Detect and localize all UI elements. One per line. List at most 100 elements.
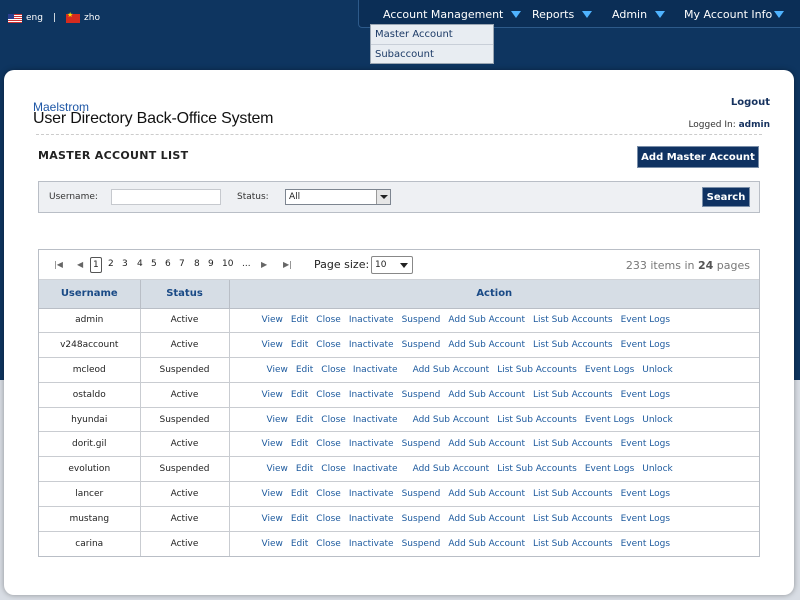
action-suspend-link[interactable]: Suspend [402, 315, 441, 325]
action-inactivate-link[interactable]: Inactivate [349, 390, 394, 400]
page-number[interactable]: 8 [194, 259, 200, 269]
add-master-account-button[interactable]: Add Master Account [637, 146, 759, 168]
action-event-logs-link[interactable]: Event Logs [621, 315, 670, 325]
action-suspend-link[interactable]: Suspend [402, 489, 441, 499]
action-view-link[interactable]: View [262, 489, 283, 499]
action-edit-link[interactable]: Edit [291, 489, 308, 499]
next-page-icon[interactable]: ▶ [261, 260, 267, 269]
page-ellipsis[interactable]: ... [242, 259, 251, 269]
action-inactivate-link[interactable]: Inactivate [353, 365, 398, 375]
cn-flag-icon[interactable] [66, 11, 81, 23]
action-list-sub-accounts-link[interactable]: List Sub Accounts [533, 514, 613, 524]
column-header-status[interactable]: Status [140, 280, 230, 309]
action-edit-link[interactable]: Edit [296, 464, 313, 474]
lang-zho-link[interactable]: zho [84, 13, 100, 23]
action-add-sub-account-link[interactable]: Add Sub Account [448, 489, 525, 499]
action-inactivate-link[interactable]: Inactivate [349, 489, 394, 499]
menu-account-management[interactable]: Account Management [383, 8, 522, 21]
action-list-sub-accounts-link[interactable]: List Sub Accounts [533, 439, 613, 449]
action-view-link[interactable]: View [267, 415, 288, 425]
action-add-sub-account-link[interactable]: Add Sub Account [448, 539, 525, 549]
first-page-icon[interactable]: |◀ [54, 260, 63, 269]
action-event-logs-link[interactable]: Event Logs [621, 439, 670, 449]
action-edit-link[interactable]: Edit [296, 365, 313, 375]
action-edit-link[interactable]: Edit [291, 539, 308, 549]
action-add-sub-account-link[interactable]: Add Sub Account [448, 340, 525, 350]
action-close-link[interactable]: Close [316, 514, 341, 524]
action-inactivate-link[interactable]: Inactivate [353, 464, 398, 474]
action-unlock-link[interactable]: Unlock [642, 365, 672, 375]
page-number[interactable]: 9 [208, 259, 214, 269]
action-close-link[interactable]: Close [316, 489, 341, 499]
action-unlock-link[interactable]: Unlock [642, 415, 672, 425]
action-suspend-link[interactable]: Suspend [402, 439, 441, 449]
action-list-sub-accounts-link[interactable]: List Sub Accounts [533, 390, 613, 400]
status-select[interactable]: All [285, 189, 391, 205]
page-number[interactable]: 10 [222, 259, 233, 269]
prev-page-icon[interactable]: ◀ [77, 260, 83, 269]
page-number[interactable]: 4 [137, 259, 143, 269]
action-close-link[interactable]: Close [316, 390, 341, 400]
action-edit-link[interactable]: Edit [291, 390, 308, 400]
action-add-sub-account-link[interactable]: Add Sub Account [413, 365, 490, 375]
action-close-link[interactable]: Close [316, 539, 341, 549]
menu-reports[interactable]: Reports [532, 8, 593, 21]
action-add-sub-account-link[interactable]: Add Sub Account [413, 415, 490, 425]
action-list-sub-accounts-link[interactable]: List Sub Accounts [533, 539, 613, 549]
dropdown-item-master-account[interactable]: Master Account [371, 25, 493, 45]
action-close-link[interactable]: Close [321, 415, 346, 425]
action-add-sub-account-link[interactable]: Add Sub Account [448, 514, 525, 524]
action-inactivate-link[interactable]: Inactivate [349, 514, 394, 524]
action-list-sub-accounts-link[interactable]: List Sub Accounts [497, 415, 577, 425]
search-button[interactable]: Search [702, 187, 750, 207]
page-number[interactable]: 2 [108, 259, 114, 269]
logged-in-user[interactable]: admin [739, 120, 770, 130]
action-event-logs-link[interactable]: Event Logs [585, 365, 634, 375]
action-list-sub-accounts-link[interactable]: List Sub Accounts [497, 365, 577, 375]
action-view-link[interactable]: View [262, 340, 283, 350]
action-add-sub-account-link[interactable]: Add Sub Account [448, 390, 525, 400]
chevron-down-icon[interactable] [376, 190, 390, 204]
action-inactivate-link[interactable]: Inactivate [349, 340, 394, 350]
action-close-link[interactable]: Close [316, 439, 341, 449]
logout-link[interactable]: Logout [731, 97, 770, 108]
action-close-link[interactable]: Close [316, 315, 341, 325]
action-inactivate-link[interactable]: Inactivate [349, 315, 394, 325]
action-view-link[interactable]: View [262, 390, 283, 400]
action-suspend-link[interactable]: Suspend [402, 340, 441, 350]
action-edit-link[interactable]: Edit [296, 415, 313, 425]
action-suspend-link[interactable]: Suspend [402, 539, 441, 549]
action-inactivate-link[interactable]: Inactivate [353, 415, 398, 425]
last-page-icon[interactable]: ▶| [283, 260, 292, 269]
action-view-link[interactable]: View [262, 539, 283, 549]
page-number[interactable]: 5 [151, 259, 157, 269]
action-view-link[interactable]: View [267, 365, 288, 375]
page-number[interactable]: 6 [165, 259, 171, 269]
dropdown-item-subaccount[interactable]: Subaccount [371, 45, 493, 65]
column-header-username[interactable]: Username [39, 280, 141, 309]
us-flag-icon[interactable] [8, 13, 22, 23]
action-view-link[interactable]: View [262, 514, 283, 524]
action-view-link[interactable]: View [262, 315, 283, 325]
action-edit-link[interactable]: Edit [291, 439, 308, 449]
action-edit-link[interactable]: Edit [291, 514, 308, 524]
menu-admin[interactable]: Admin [612, 8, 666, 21]
action-view-link[interactable]: View [267, 464, 288, 474]
action-add-sub-account-link[interactable]: Add Sub Account [448, 315, 525, 325]
menu-my-account-info[interactable]: My Account Info [684, 8, 785, 21]
action-event-logs-link[interactable]: Event Logs [621, 489, 670, 499]
action-inactivate-link[interactable]: Inactivate [349, 439, 394, 449]
action-list-sub-accounts-link[interactable]: List Sub Accounts [497, 464, 577, 474]
username-input[interactable] [111, 189, 221, 205]
page-number[interactable]: 7 [179, 259, 185, 269]
page-size-select[interactable]: 10 [371, 256, 413, 274]
action-add-sub-account-link[interactable]: Add Sub Account [413, 464, 490, 474]
action-event-logs-link[interactable]: Event Logs [621, 514, 670, 524]
action-list-sub-accounts-link[interactable]: List Sub Accounts [533, 340, 613, 350]
page-number[interactable]: 3 [122, 259, 128, 269]
action-close-link[interactable]: Close [321, 464, 346, 474]
action-inactivate-link[interactable]: Inactivate [349, 539, 394, 549]
lang-eng-link[interactable]: eng [26, 13, 43, 23]
action-event-logs-link[interactable]: Event Logs [585, 464, 634, 474]
action-event-logs-link[interactable]: Event Logs [621, 340, 670, 350]
